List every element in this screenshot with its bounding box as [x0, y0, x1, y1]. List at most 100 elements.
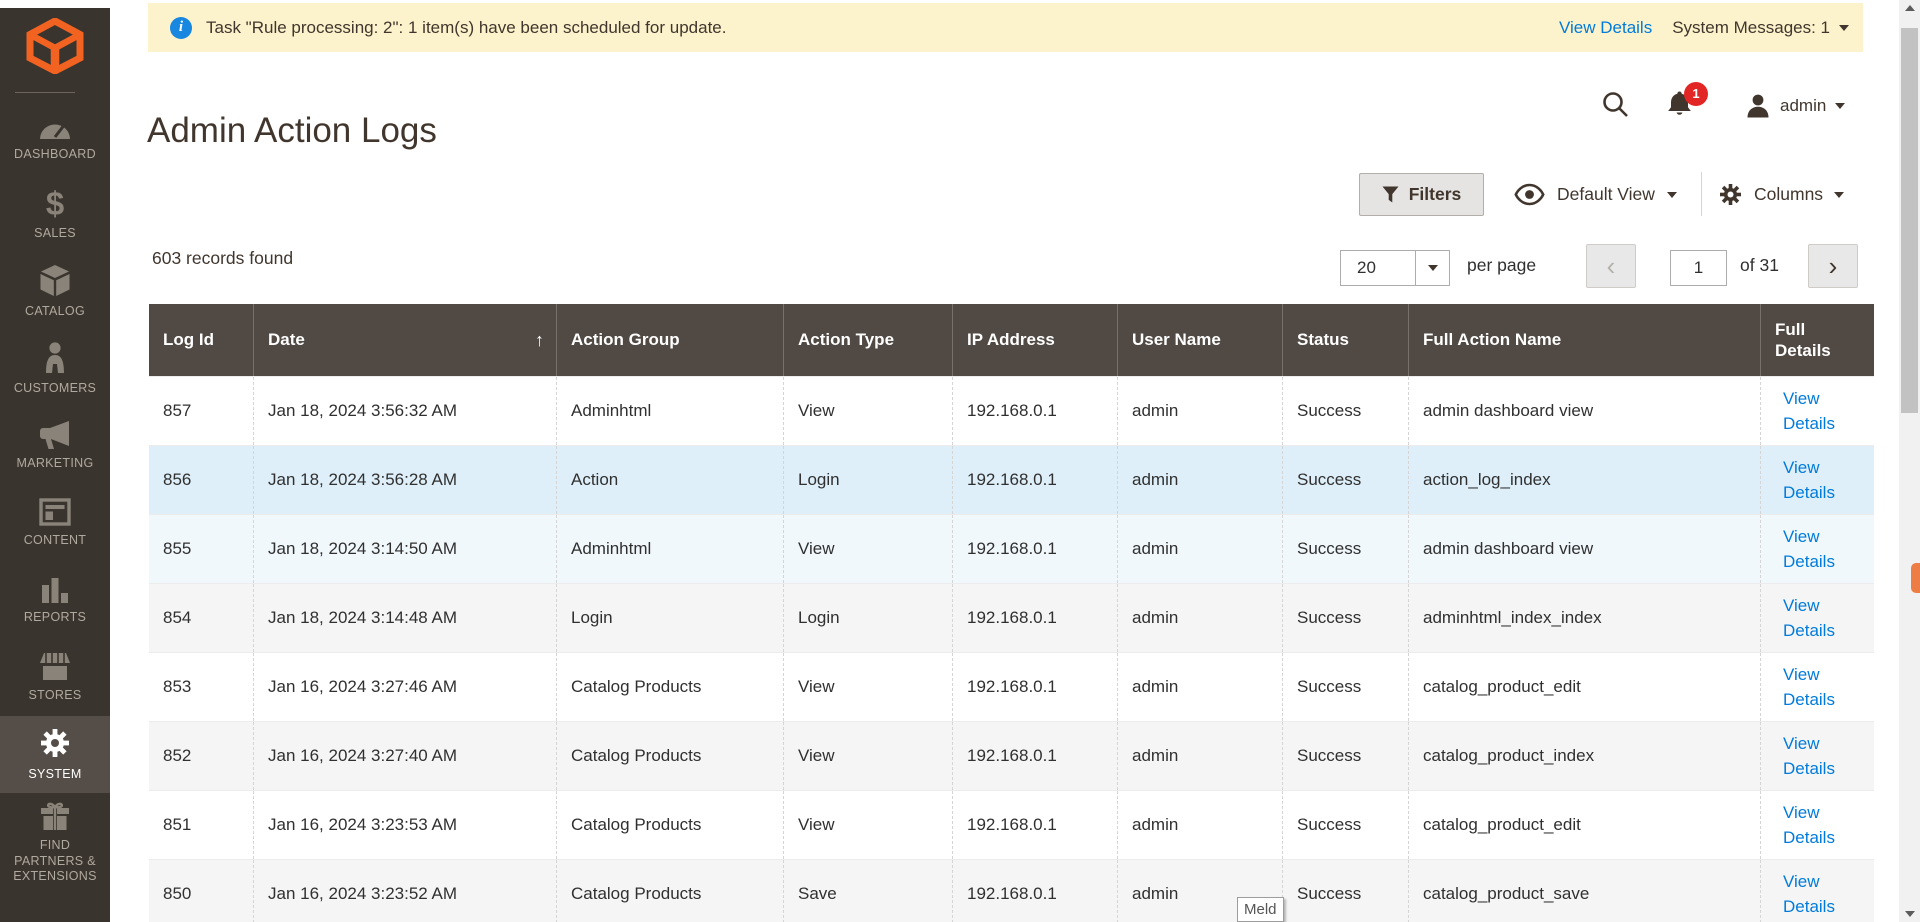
chevron-down-icon: [1834, 191, 1845, 198]
column-header-action-group[interactable]: Action Group: [556, 304, 783, 376]
system-messages-dropdown[interactable]: System Messages: 1: [1672, 18, 1849, 38]
cell-action-group: Catalog Products: [556, 653, 783, 721]
cell-status: Success: [1282, 860, 1408, 922]
table-row: 857 Jan 18, 2024 3:56:32 AM Adminhtml Vi…: [149, 376, 1874, 445]
chevron-down-icon: [1839, 24, 1849, 31]
cell-action-group: Adminhtml: [556, 515, 783, 583]
column-header-status[interactable]: Status: [1282, 304, 1408, 376]
current-page-input[interactable]: [1670, 250, 1727, 286]
view-details-link[interactable]: View Details: [1783, 800, 1849, 851]
sidebar-item-label: CONTENT: [23, 533, 87, 548]
sidebar-item-label: CATALOG: [25, 304, 85, 319]
view-details-link[interactable]: View Details: [1783, 662, 1849, 713]
sidebar-item-stores[interactable]: STORES: [0, 639, 110, 716]
cell-status: Success: [1282, 653, 1408, 721]
cell-action-type: Save: [783, 860, 952, 922]
sidebar-item-sales[interactable]: $ SALES: [0, 177, 110, 254]
cell-full-action-name: action_log_index: [1408, 446, 1760, 514]
column-header-full-action-name[interactable]: Full Action Name: [1408, 304, 1760, 376]
records-found-text: 603 records found: [152, 248, 294, 268]
per-page-label: per page: [1467, 255, 1537, 275]
notifications-bell-icon[interactable]: 1: [1666, 81, 1708, 123]
scrollbar-orange-marker: [1911, 563, 1920, 593]
per-page-select[interactable]: 20: [1340, 250, 1450, 286]
cell-full-action-name: catalog_product_index: [1408, 722, 1760, 790]
catalog-icon: [38, 265, 72, 297]
sidebar-item-label: CUSTOMERS: [13, 381, 97, 396]
filters-button[interactable]: Filters: [1359, 173, 1484, 216]
sidebar-item-dashboard[interactable]: DASHBOARD: [0, 100, 110, 177]
cell-full-action-name: admin dashboard view: [1408, 377, 1760, 445]
chevron-down-icon: [1666, 191, 1677, 198]
system-message-text: Task "Rule processing: 2": 1 item(s) hav…: [206, 17, 727, 37]
column-header-user-name[interactable]: User Name: [1117, 304, 1282, 376]
total-pages-label: of 31: [1740, 255, 1779, 275]
cell-log-id: 853: [163, 677, 192, 696]
cell-status: Success: [1282, 377, 1408, 445]
sidebar-item-customers[interactable]: CUSTOMERS: [0, 331, 110, 408]
cell-action-type: Login: [783, 446, 952, 514]
sidebar-item-system[interactable]: SYSTEM: [0, 716, 110, 793]
sidebar-item-catalog[interactable]: CATALOG: [0, 254, 110, 331]
cell-action-group: Adminhtml: [556, 377, 783, 445]
next-page-button[interactable]: ›: [1808, 244, 1858, 288]
reports-icon: [39, 575, 71, 604]
cell-date: Jan 18, 2024 3:56:28 AM: [253, 446, 556, 514]
eye-icon: [1514, 183, 1545, 206]
column-header-full-details[interactable]: Full Details: [1760, 304, 1874, 376]
cell-log-id: 854: [163, 608, 192, 627]
view-details-link[interactable]: View Details: [1783, 386, 1849, 437]
sort-ascending-icon[interactable]: ↑: [535, 329, 546, 352]
magento-admin-page: DASHBOARD $ SALES CATALOG CUSTOMERS MARK…: [0, 0, 1920, 922]
view-details-link-top[interactable]: View Details: [1559, 18, 1652, 38]
scrollbar-up-arrow-icon[interactable]: [1899, 0, 1920, 16]
view-details-link[interactable]: View Details: [1783, 524, 1849, 575]
customers-icon: [42, 342, 68, 374]
vertical-scrollbar[interactable]: [1899, 0, 1920, 922]
column-header-date[interactable]: Date ↑: [253, 304, 556, 376]
cell-action-group: Catalog Products: [556, 791, 783, 859]
notification-count-badge: 1: [1684, 81, 1708, 106]
system-gear-icon: [38, 726, 72, 760]
cell-status: Success: [1282, 515, 1408, 583]
default-view-dropdown[interactable]: Default View: [1514, 173, 1677, 216]
info-icon: i: [170, 16, 192, 39]
columns-dropdown[interactable]: Columns: [1718, 173, 1845, 216]
column-header-ip-address[interactable]: IP Address: [952, 304, 1117, 376]
chevron-right-icon: ›: [1828, 250, 1838, 281]
scrollbar-down-arrow-icon[interactable]: [1899, 906, 1920, 922]
select-arrow: [1415, 251, 1449, 285]
column-header-action-type[interactable]: Action Type: [783, 304, 952, 376]
view-details-link[interactable]: View Details: [1783, 593, 1849, 644]
scrollbar-thumb[interactable]: [1901, 28, 1918, 413]
admin-account-menu[interactable]: admin: [1745, 93, 1846, 119]
sidebar-item-reports[interactable]: REPORTS: [0, 562, 110, 639]
user-icon: [1747, 94, 1769, 118]
previous-page-button[interactable]: ‹: [1586, 244, 1636, 288]
sidebar-item-find-partners[interactable]: FIND PARTNERS & EXTENSIONS: [0, 793, 110, 893]
sidebar-item-label: STORES: [28, 688, 82, 703]
search-icon[interactable]: [1600, 89, 1630, 124]
view-details-link[interactable]: View Details: [1783, 731, 1849, 782]
cell-action-type: View: [783, 515, 952, 583]
cell-date: Jan 16, 2024 3:23:53 AM: [253, 791, 556, 859]
grid-header-row: Log Id Date ↑ Action Group Action Type I…: [149, 304, 1874, 376]
sidebar-item-content[interactable]: CONTENT: [0, 485, 110, 562]
view-details-link[interactable]: View Details: [1783, 869, 1849, 920]
cell-log-id: 850: [163, 884, 192, 903]
cell-user-name: admin: [1117, 446, 1282, 514]
per-page-value: 20: [1357, 258, 1376, 277]
cell-date: Jan 18, 2024 3:14:50 AM: [253, 515, 556, 583]
toolbar-divider: [1701, 172, 1702, 216]
table-row: 850 Jan 16, 2024 3:23:52 AM Catalog Prod…: [149, 859, 1874, 922]
view-details-link[interactable]: View Details: [1783, 455, 1849, 506]
cell-user-name: admin: [1117, 653, 1282, 721]
column-header-log-id[interactable]: Log Id: [149, 304, 253, 376]
sidebar-item-marketing[interactable]: MARKETING: [0, 408, 110, 485]
cell-ip-address: 192.168.0.1: [952, 791, 1117, 859]
cell-log-id: 857: [163, 401, 192, 420]
cell-status: Success: [1282, 446, 1408, 514]
cell-ip-address: 192.168.0.1: [952, 653, 1117, 721]
magento-logo-icon[interactable]: [25, 17, 85, 79]
cell-status: Success: [1282, 584, 1408, 652]
